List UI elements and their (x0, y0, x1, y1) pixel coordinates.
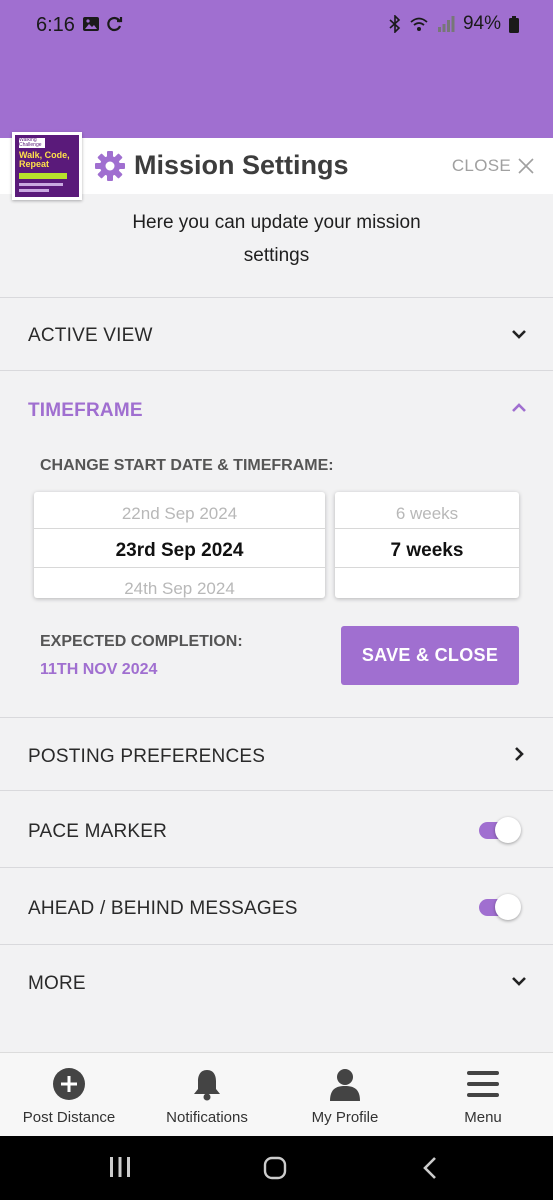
date-option-next[interactable]: 24th Sep 2024 (34, 579, 325, 598)
intro-text: Here you can update your mission setting… (0, 206, 553, 272)
nav-notifications[interactable]: Notifications (138, 1053, 276, 1137)
nav-menu[interactable]: Menu (414, 1053, 552, 1137)
intro-line-2: settings (243, 245, 310, 266)
hamburger-icon (467, 1071, 499, 1097)
home-icon[interactable] (263, 1156, 287, 1180)
bell-icon (194, 1070, 220, 1101)
nav-label: My Profile (311, 1109, 379, 1126)
back-icon[interactable] (422, 1156, 438, 1180)
chevron-right-icon (515, 747, 524, 761)
timeframe-sub-label: CHANGE START DATE & TIMEFRAME: (40, 457, 334, 474)
section-ahead-behind: AHEAD / BEHIND MESSAGES (0, 867, 553, 944)
status-right: 94% (389, 13, 519, 35)
bottom-nav: Post Distance Notifications My Profile M… (0, 1052, 553, 1136)
chevron-down-icon (512, 330, 526, 339)
weeks-option-prev[interactable]: 6 weeks (335, 504, 519, 524)
section-posting-preferences[interactable]: POSTING PREFERENCES (0, 717, 553, 790)
save-close-button[interactable]: SAVE & CLOSE (341, 626, 519, 685)
nav-my-profile[interactable]: My Profile (276, 1053, 414, 1137)
expected-completion-label: EXPECTED COMPLETION: (40, 633, 243, 650)
nav-label: Menu (464, 1109, 502, 1126)
page-title: Mission Settings (134, 150, 349, 180)
section-pace-marker: PACE MARKER (0, 790, 553, 867)
close-label: CLOSE (451, 156, 511, 175)
recent-apps-icon[interactable] (108, 1156, 132, 1178)
date-option-selected[interactable]: 23rd Sep 2024 (34, 540, 325, 562)
section-label: POSTING PREFERENCES (28, 746, 266, 767)
status-bar: 6:16 94% (0, 0, 553, 50)
user-icon (330, 1069, 360, 1101)
signal-icon (437, 16, 455, 32)
expected-completion-date: 11TH NOV 2024 (40, 661, 158, 678)
section-more[interactable]: MORE (0, 944, 553, 1018)
gallery-icon (83, 17, 99, 31)
battery-percent: 94% (462, 13, 501, 34)
section-label: MORE (28, 973, 86, 994)
intro-line-1: Here you can update your mission (132, 212, 421, 233)
thumbnail-small-text: Walking Challenge (19, 138, 45, 148)
chevron-up-icon[interactable] (511, 400, 527, 416)
weeks-option-selected[interactable]: 7 weeks (335, 540, 519, 562)
status-time: 6:16 (36, 14, 75, 36)
pace-marker-toggle[interactable] (479, 817, 521, 843)
weeks-picker[interactable]: 6 weeks 7 weeks (335, 492, 519, 598)
mission-thumbnail: Walking Challenge Walk, Code, Repeat (12, 132, 82, 200)
section-label: PACE MARKER (28, 821, 168, 842)
wifi-icon (410, 17, 428, 31)
battery-icon (509, 15, 519, 33)
thumbnail-title: Walk, Code, Repeat (19, 150, 70, 169)
section-label[interactable]: TIMEFRAME (28, 400, 143, 422)
gear-icon (95, 151, 125, 181)
date-option-prev[interactable]: 22nd Sep 2024 (34, 504, 325, 524)
section-active-view[interactable]: ACTIVE VIEW (0, 297, 553, 370)
section-label: AHEAD / BEHIND MESSAGES (28, 898, 298, 919)
system-nav-bar (0, 1136, 553, 1200)
sync-icon (107, 16, 123, 32)
nav-label: Post Distance (22, 1109, 116, 1126)
status-left-icons (82, 15, 124, 33)
nav-label: Notifications (166, 1109, 248, 1126)
chevron-down-icon (512, 977, 526, 986)
plus-circle-icon (53, 1068, 85, 1100)
close-icon (518, 158, 534, 174)
nav-post-distance[interactable]: Post Distance (0, 1053, 138, 1137)
date-picker[interactable]: 22nd Sep 2024 23rd Sep 2024 24th Sep 202… (34, 492, 325, 598)
bluetooth-icon (389, 15, 401, 33)
section-label: ACTIVE VIEW (28, 325, 153, 346)
close-button[interactable]: CLOSE (452, 156, 535, 176)
ahead-behind-toggle[interactable] (479, 894, 521, 920)
